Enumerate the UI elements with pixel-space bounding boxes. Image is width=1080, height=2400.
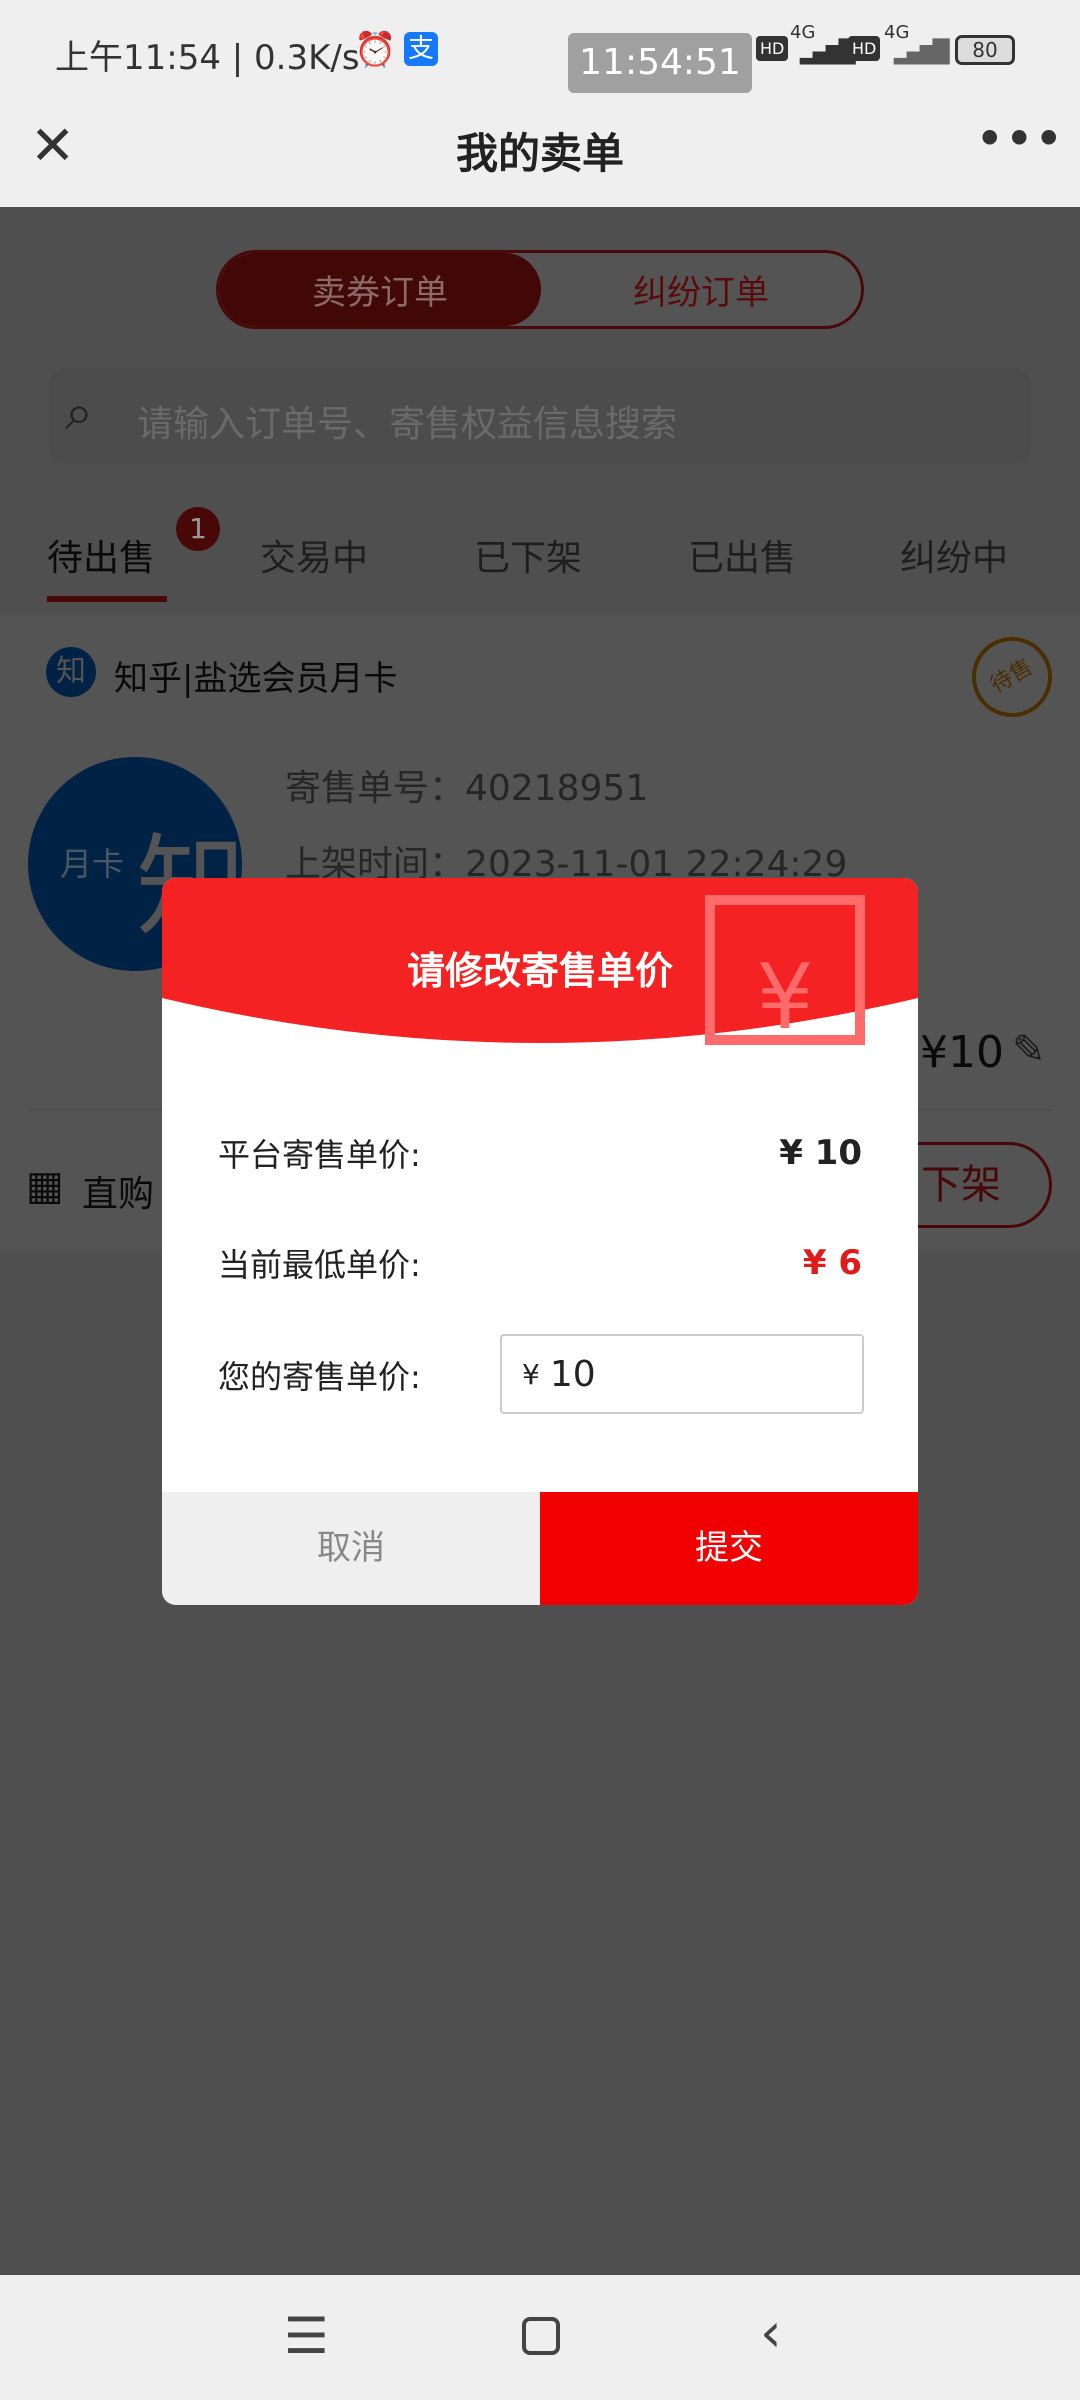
price-input[interactable]: ¥10 <box>500 1334 864 1414</box>
zhihu-icon: 知 <box>46 647 96 697</box>
segment-sell-orders[interactable]: 卖券订单 <box>219 253 541 326</box>
status-bar: 上午11:54 | 0.3K/s ⏰ 支 11:54:51 HD 4G ▂▄▆█… <box>0 0 1080 100</box>
more-icon[interactable]: ••• <box>975 110 1063 168</box>
menu-icon[interactable]: ☰ <box>284 2307 329 2365</box>
qrcode-icon: ▦ <box>26 1163 64 1209</box>
tab-sold[interactable]: 已出售 <box>688 529 796 581</box>
dialog-title: 请修改寄售单价 <box>406 949 673 993</box>
platform-price-value: ¥ 10 <box>779 1133 862 1173</box>
battery-icon: 80 <box>955 35 1015 65</box>
price: ¥10 <box>920 1027 1004 1078</box>
search-placeholder: 请输入订单号、寄售权益信息搜索 <box>137 404 678 445</box>
hd-icon: HD <box>848 36 881 61</box>
tab-label: 待出售 <box>47 538 156 579</box>
platform-price-label: 平台寄售单价: <box>218 1136 421 1174</box>
tab-delisted[interactable]: 已下架 <box>474 529 582 581</box>
search-input[interactable]: ⌕ 请输入订单号、寄售权益信息搜索 <box>49 369 1031 464</box>
clock-overlay: 11:54:51 <box>568 33 752 93</box>
back-icon[interactable]: ‹ <box>760 2301 782 2364</box>
price-input-value: 10 <box>549 1353 596 1395</box>
edit-price-icon[interactable]: ✎ <box>1012 1027 1046 1073</box>
search-icon: ⌕ <box>65 383 93 441</box>
status-time: 上午11:54 | 0.3K/s <box>55 38 360 78</box>
cancel-button[interactable]: 取消 <box>162 1492 540 1605</box>
header: ✕ 我的卖单 ••• <box>0 100 1080 207</box>
edit-price-dialog: ¥ 请修改寄售单价 平台寄售单价: ¥ 10 当前最低单价: ¥ 6 您的寄售单价:… <box>162 878 918 1605</box>
pending-stamp: 待售 <box>957 622 1067 732</box>
your-price-label: 您的寄售单价: <box>218 1358 421 1396</box>
currency-symbol: ¥ <box>522 1357 540 1391</box>
navigation-bar: ☰ ‹ <box>0 2275 1080 2400</box>
status-tabs: 待出售 1 交易中 已下架 已出售 纠纷中 <box>0 507 1080 615</box>
tab-trading[interactable]: 交易中 <box>260 529 368 581</box>
tab-underline <box>47 596 167 602</box>
lowest-price-label: 当前最低单价: <box>218 1246 421 1284</box>
segment-dispute-orders[interactable]: 纠纷订单 <box>541 253 861 326</box>
home-icon[interactable] <box>522 2317 560 2355</box>
signal-icon: ▂▄▆█ <box>800 40 856 65</box>
direct-buy-label[interactable]: 直购 <box>82 1165 154 1217</box>
submit-button[interactable]: 提交 <box>540 1492 918 1605</box>
lowest-price-value: ¥ 6 <box>802 1243 862 1283</box>
alipay-icon: 支 <box>404 32 438 66</box>
tab-badge: 1 <box>176 507 220 551</box>
tab-pending[interactable]: 待出售 <box>47 529 155 581</box>
tab-dispute[interactable]: 纠纷中 <box>900 529 1008 581</box>
signal-icon: ▂▄▆█ <box>894 40 950 65</box>
avatar-text: 月卡 <box>60 845 125 883</box>
order-type-switch: 卖券订单 纠纷订单 <box>216 250 864 329</box>
order-number: 寄售单号：40218951 <box>285 768 649 809</box>
hd-icon: HD <box>756 36 789 61</box>
page-title: 我的卖单 <box>455 129 624 178</box>
card-title: 知乎|盐选会员月卡 <box>114 659 398 699</box>
alarm-icon: ⏰ <box>354 30 397 70</box>
